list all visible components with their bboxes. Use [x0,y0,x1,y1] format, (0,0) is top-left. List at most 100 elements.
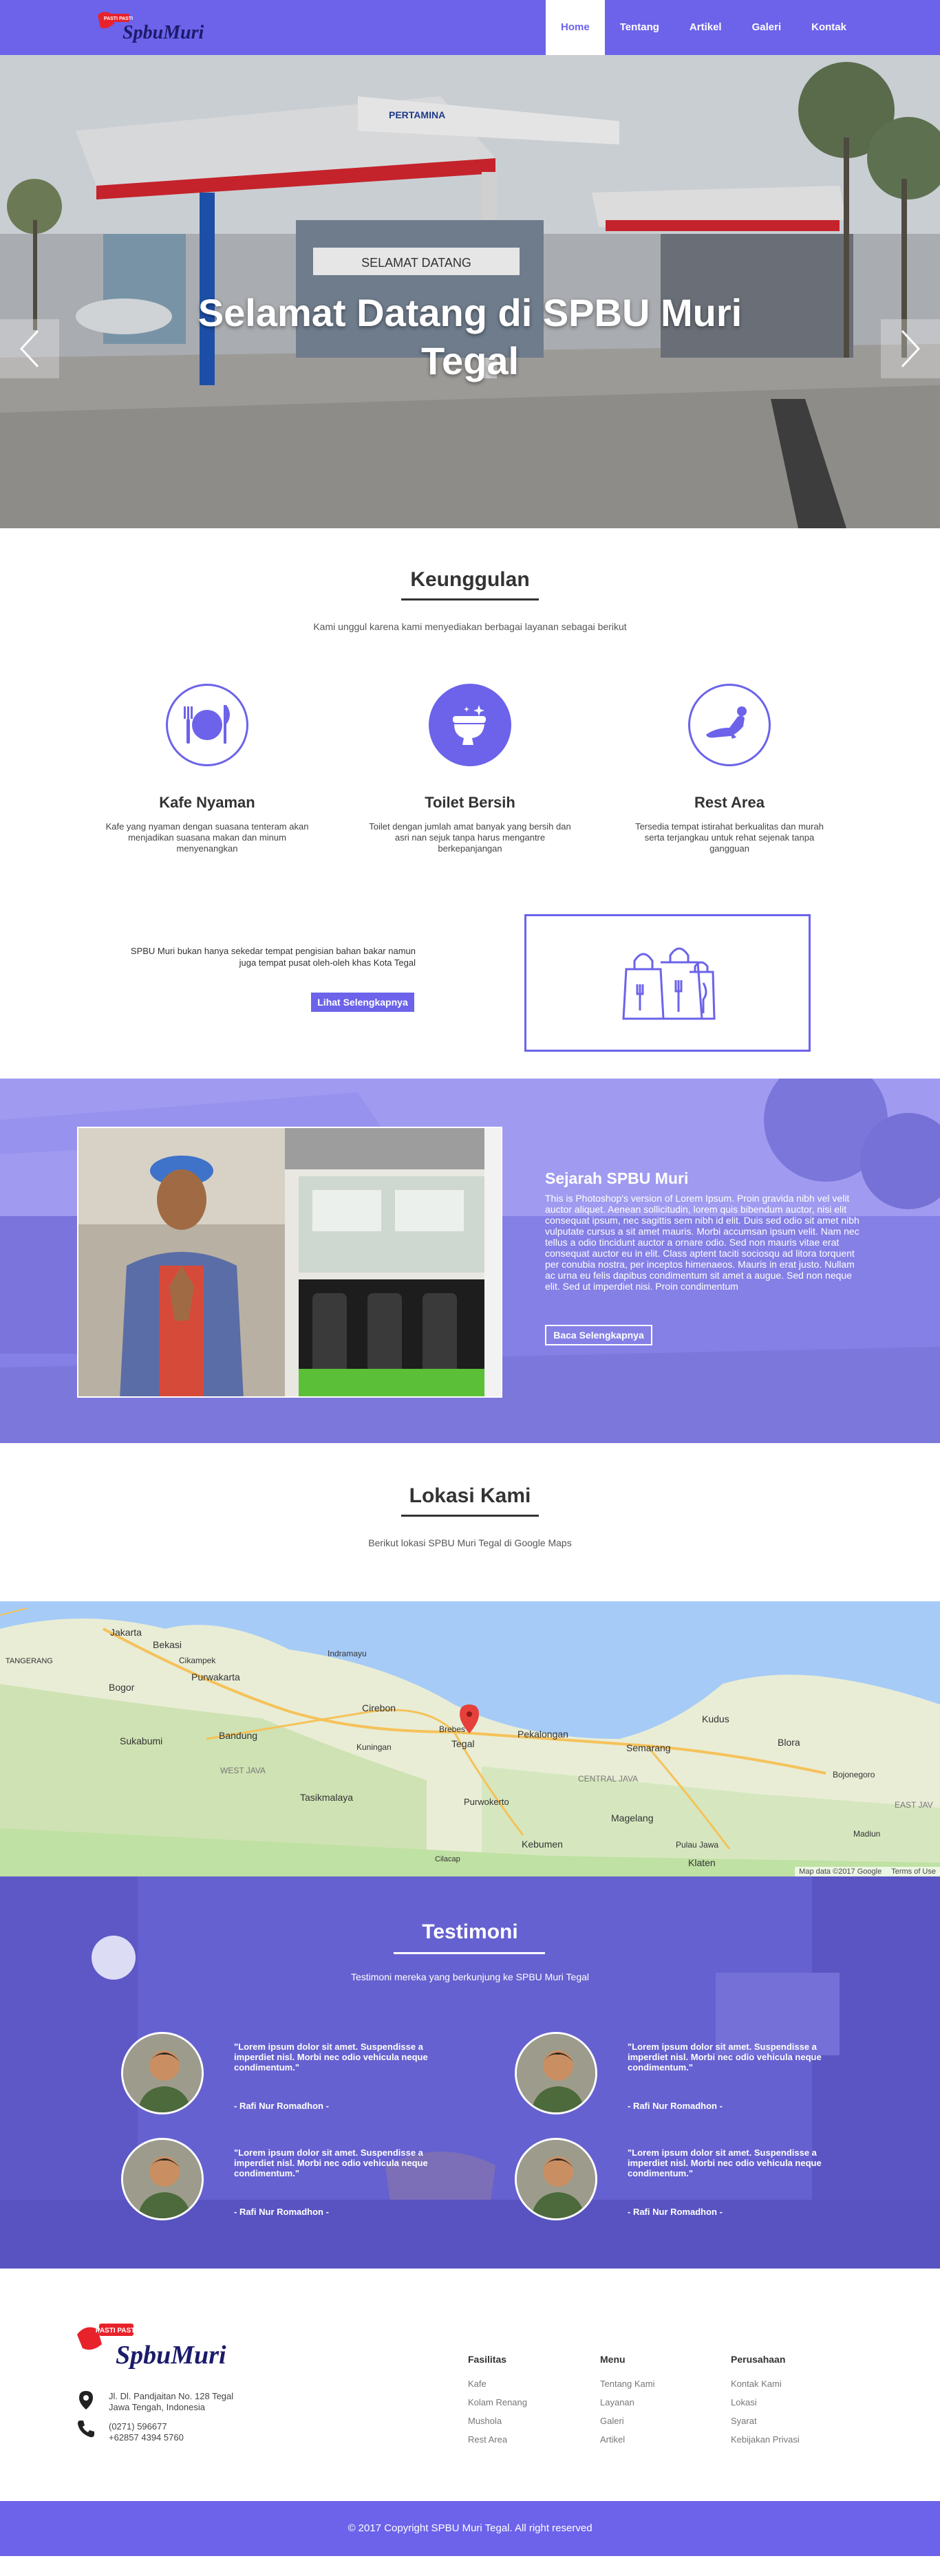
features-subtitle: Kami unggul karena kami menyediakan berb… [313,621,627,632]
feature-text: Tersedia tempat istirahat berkualitas da… [635,821,824,854]
hero-title: Selamat Datang di SPBU Muri Tegal [197,291,743,382]
location-subtitle: Berikut lokasi SPBU Muri Tegal di Google… [368,1537,572,1548]
svg-text:Jakarta: Jakarta [110,1627,142,1638]
footer-col-perusahaan: Perusahaan Kontak Kami Lokasi Syarat Keb… [731,2354,855,2453]
svg-text:Tegal: Tegal [451,1738,474,1749]
testimonial-author: - Rafi Nur Romadhon - [234,2101,329,2111]
footer-link[interactable]: Kafe [468,2379,592,2389]
history-photo [77,1127,502,1398]
svg-text:PERTAMINA: PERTAMINA [389,109,445,120]
navbar: PASTI PASTI SpbuMuri Home Tentang Artike… [0,0,940,55]
feature-icon-wrap [429,684,511,766]
hero-slider: PERTAMINA SELAMAT DATANG Selamat Datang … [0,55,940,528]
history-text: This is Photoshop's version of Lorem Ips… [545,1193,859,1292]
svg-text:Pulau Jawa: Pulau Jawa [676,1840,718,1850]
svg-text:Cikampek: Cikampek [179,1656,216,1665]
svg-text:Madiun: Madiun [853,1829,880,1839]
map-credit: Map data ©2017 Google [799,1868,882,1876]
avatar [515,2138,597,2220]
map-canvas[interactable]: Jakarta Bekasi Cikampek Indramayu Bogor … [0,1601,940,1876]
feature-card-rest: Rest Area Tersedia tempat istirahat berk… [626,684,833,854]
map-terms-link[interactable]: Terms of Use [891,1868,936,1876]
svg-text:Brebes: Brebes [439,1724,465,1734]
feature-card-kafe: Kafe Nyaman Kafe yang nyaman dengan suas… [104,684,310,854]
svg-text:Tasikmalaya: Tasikmalaya [300,1792,353,1803]
feature-icon-wrap [688,684,771,766]
features-title: Keunggulan [410,568,530,591]
footer-link[interactable]: Rest Area [468,2434,592,2445]
testimonials-title: Testimoni [422,1920,518,1943]
testimonial-card: "Lorem ipsum dolor sit amet. Suspendisse… [121,2138,445,2227]
footer-link[interactable]: Tentang Kami [600,2379,724,2389]
history-section: Sejarah SPBU Muri This is Photoshop's ve… [0,1079,940,1443]
brand-logo[interactable]: PASTI PASTI SpbuMuri [94,10,204,45]
phone-line[interactable]: +62857 4394 5760 [109,2432,184,2443]
chevron-left-icon [19,329,39,368]
footer: PASTI PASTI SpbuMuri Jl. Dl. Pandjaitan … [0,2269,940,2501]
feature-title: Kafe Nyaman [159,794,255,811]
footer-link[interactable]: Kebijakan Privasi [731,2434,855,2445]
title-underline [401,598,539,600]
read-more-button[interactable]: Baca Selengkapnya [545,1325,652,1345]
testimonial-author: - Rafi Nur Romadhon - [234,2207,329,2217]
svg-text:Klaten: Klaten [688,1857,716,1868]
footer-link[interactable]: Mushola [468,2416,592,2426]
svg-text:Cilacap: Cilacap [435,1855,460,1863]
nav-tentang[interactable]: Tentang [605,0,674,55]
svg-text:Bandung: Bandung [219,1730,257,1741]
nav-galeri[interactable]: Galeri [737,0,797,55]
copyright-text: © 2017 Copyright SPBU Muri Tegal. All ri… [348,2522,592,2534]
svg-text:TANGERANG: TANGERANG [6,1657,53,1665]
nav-kontak[interactable]: Kontak [796,0,862,55]
address-line: Jawa Tengah, Indonesia [109,2402,205,2412]
feature-text: Kafe yang nyaman dengan suasana tenteram… [105,821,309,854]
footer-link[interactable]: Galeri [600,2416,724,2426]
testimonial-card: "Lorem ipsum dolor sit amet. Suspendisse… [515,2032,838,2121]
footer-link[interactable]: Syarat [731,2416,855,2426]
footer-phone: (0271) 596677 +62857 4394 5760 [109,2421,184,2443]
testimonial-card: "Lorem ipsum dolor sit amet. Suspendisse… [121,2032,445,2121]
nav-artikel[interactable]: Artikel [674,0,737,55]
footer-link[interactable]: Artikel [600,2434,724,2445]
see-more-button[interactable]: Lihat Selengkapnya [311,993,414,1012]
slider-prev-button[interactable] [0,319,59,378]
footer-link[interactable]: Kolam Renang [468,2397,592,2407]
nav-home[interactable]: Home [546,0,605,55]
svg-text:Semarang: Semarang [626,1742,671,1753]
chevron-right-icon [901,329,921,368]
footer-link[interactable]: Lokasi [731,2397,855,2407]
dining-icon [184,705,230,744]
svg-text:SELAMAT DATANG: SELAMAT DATANG [361,256,471,270]
avatar [515,2032,597,2114]
footer-link[interactable]: Layanan [600,2397,724,2407]
main-menu: Home Tentang Artikel Galeri Kontak [546,0,862,55]
testimonial-author: - Rafi Nur Romadhon - [628,2101,723,2111]
footer-col-title: Menu [600,2354,626,2365]
testimonials-subtitle: Testimoni mereka yang berkunjung ke SPBU… [350,1971,590,1982]
phone-line[interactable]: (0271) 596677 [109,2421,184,2432]
svg-text:EAST JAV: EAST JAV [895,1800,933,1810]
slider-next-button[interactable] [881,319,940,378]
footer-col-title: Fasilitas [468,2354,507,2365]
footer-logo[interactable]: PASTI PASTI SpbuMuri [74,2321,233,2372]
testimonial-quote: "Lorem ipsum dolor sit amet. Suspendisse… [628,2042,822,2072]
testimonial-quote: "Lorem ipsum dolor sit amet. Suspendisse… [628,2147,822,2178]
svg-text:SpbuMuri: SpbuMuri [122,22,204,43]
copyright-bar: © 2017 Copyright SPBU Muri Tegal. All ri… [0,2501,940,2556]
google-map[interactable]: Jakarta Bekasi Cikampek Indramayu Bogor … [0,1601,940,1876]
footer-col-menu: Menu Tentang Kami Layanan Galeri Artikel [600,2354,724,2453]
avatar [121,2138,204,2220]
feature-text: Toilet dengan jumlah amat banyak yang be… [369,821,571,854]
toilet-icon [453,705,486,745]
svg-text:Purwokerto: Purwokerto [464,1797,509,1807]
feature-title: Toilet Bersih [425,794,515,811]
svg-text:Magelang: Magelang [611,1812,654,1823]
promo-text: SPBU Muri bukan hanya sekedar tempat pen… [130,946,416,968]
testimonial-card: "Lorem ipsum dolor sit amet. Suspendisse… [515,2138,838,2227]
promo-image-box [524,914,811,1052]
rest-icon [706,706,747,739]
svg-text:PASTI PASTI: PASTI PASTI [96,2327,137,2335]
footer-link[interactable]: Kontak Kami [731,2379,855,2389]
location-section: Lokasi Kami Berikut lokasi SPBU Muri Teg… [0,1443,940,1601]
testimonial-quote: "Lorem ipsum dolor sit amet. Suspendisse… [234,2147,428,2178]
